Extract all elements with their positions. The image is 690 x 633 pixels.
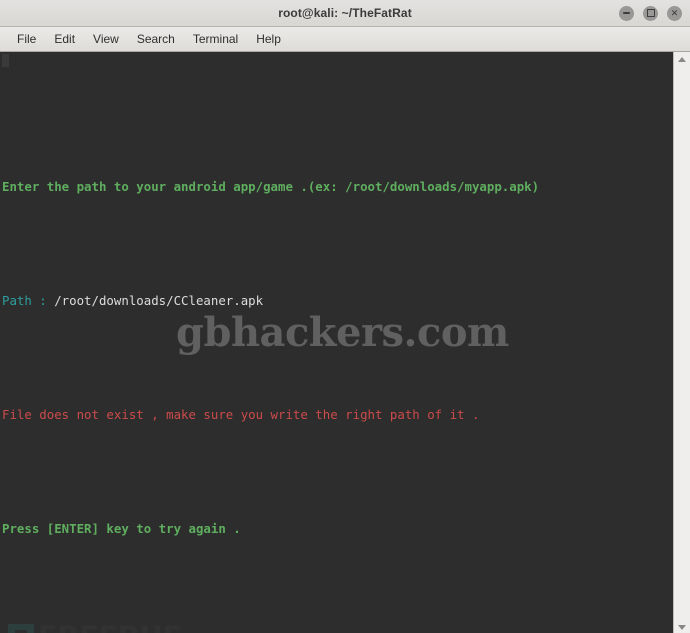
menu-item-terminal[interactable]: Terminal — [184, 30, 247, 48]
close-button[interactable]: ✕ — [667, 5, 682, 21]
prompt-message-1: Enter the path to your android app/game … — [2, 179, 540, 194]
scroll-down-button[interactable] — [674, 620, 690, 633]
minimize-button[interactable] — [619, 5, 634, 21]
vertical-scrollbar[interactable] — [673, 52, 690, 633]
menu-item-help[interactable]: Help — [247, 30, 290, 48]
terminal-area: Enter the path to your android app/game … — [0, 52, 690, 633]
menu-item-search[interactable]: Search — [128, 30, 184, 48]
chevron-up-icon — [678, 57, 686, 62]
error-line: File does not exist , make sure you writ… — [0, 405, 673, 424]
menubar: File Edit View Search Terminal Help — [0, 27, 690, 52]
path-label-1: Path : — [2, 293, 55, 308]
scroll-up-button[interactable] — [674, 52, 690, 67]
menu-item-edit[interactable]: Edit — [45, 30, 84, 48]
terminal-window: root@kali: ~/TheFatRat ✕ File Edit View … — [0, 0, 690, 633]
minimize-icon — [623, 12, 630, 14]
maximize-icon — [646, 9, 655, 17]
retry-line: Press [ENTER] key to try again . — [0, 519, 673, 538]
chevron-down-icon — [678, 625, 686, 630]
prompt-line-1: Enter the path to your android app/game … — [0, 177, 673, 196]
titlebar: root@kali: ~/TheFatRat ✕ — [0, 0, 690, 27]
close-icon: ✕ — [670, 7, 679, 18]
retry-message: Press [ENTER] key to try again . — [2, 521, 241, 536]
maximize-button[interactable] — [643, 5, 658, 21]
menu-item-view[interactable]: View — [84, 30, 128, 48]
menu-item-file[interactable]: File — [8, 30, 45, 48]
path-line-1: Path : /root/downloads/CCleaner.apk — [0, 291, 673, 310]
terminal-output[interactable]: Enter the path to your android app/game … — [0, 52, 673, 633]
error-message: File does not exist , make sure you writ… — [2, 407, 480, 422]
window-title: root@kali: ~/TheFatRat — [278, 6, 412, 20]
window-controls: ✕ — [619, 0, 682, 26]
path-value-1: /root/downloads/CCleaner.apk — [54, 293, 264, 308]
